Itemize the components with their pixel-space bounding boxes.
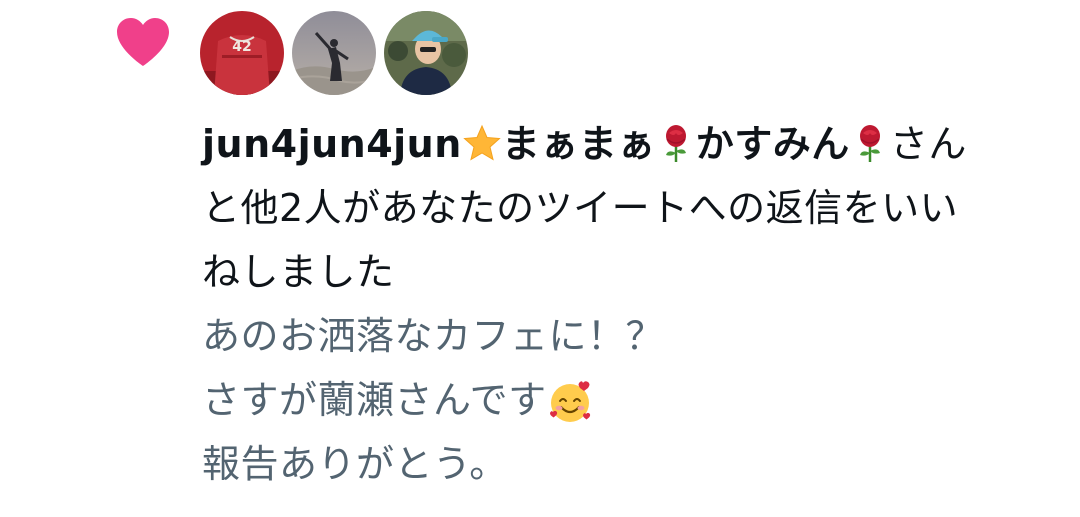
user-name[interactable]: かすみん (696, 122, 850, 166)
smiling-face-with-hearts-emoji (547, 379, 590, 422)
tweet-preview[interactable]: あのお洒落なカフェに！？ さすが蘭瀬さんです 報告ありがとう。 (202, 304, 1042, 496)
avatar[interactable]: 42 (200, 11, 284, 95)
summary-text: と他2人があなたのツイートへの返信をいい (202, 186, 959, 230)
notification-content: jun4jun4jun まぁまぁ かすみん さんと他2人があなたのツイートへの返信をい… (202, 112, 1042, 496)
avatar[interactable] (384, 11, 468, 95)
summary-text: さん (889, 122, 967, 166)
summary-text: ねしました (202, 250, 395, 294)
avatar[interactable] (292, 11, 376, 95)
tweet-line: さすが蘭瀬さんです (202, 368, 1042, 432)
rose-emoji (850, 123, 890, 163)
notification-summary: jun4jun4jun まぁまぁ かすみん さんと他2人があなたのツイートへの返信をい… (202, 112, 1042, 304)
star-emoji (462, 123, 502, 163)
heart-icon (114, 16, 172, 68)
user-name[interactable]: まぁまぁ (502, 122, 656, 166)
liker-avatars: 42 (200, 11, 468, 95)
tweet-line: 報告ありがとう。 (202, 442, 508, 486)
user-name[interactable]: jun4jun4jun (202, 122, 462, 166)
like-notification[interactable]: 42 jun4jun4jun まぁまぁ かすみん さん と他2人があなたのツイー… (0, 0, 1080, 517)
tweet-line-text: さすが蘭瀬さんです (202, 378, 547, 422)
rose-emoji (656, 123, 696, 163)
tweet-line: あのお洒落なカフェに！？ (202, 314, 665, 358)
jersey-number: 42 (232, 39, 251, 55)
